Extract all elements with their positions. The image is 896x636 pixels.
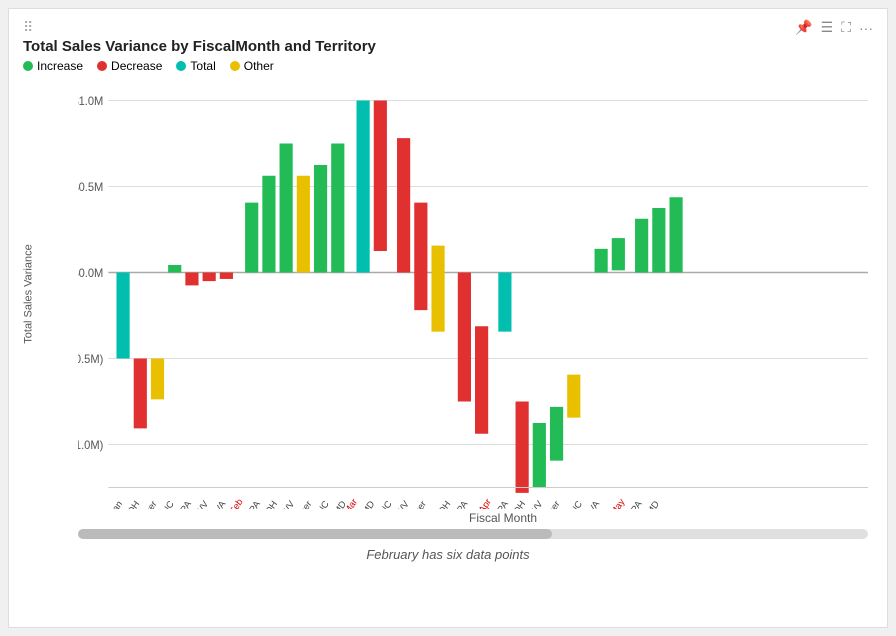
bar-feb-pa	[245, 203, 258, 273]
svg-text:WV: WV	[394, 498, 412, 509]
bar-jan-va	[220, 273, 233, 279]
legend-dot-other	[230, 61, 240, 71]
svg-text:($1.0M): ($1.0M)	[78, 440, 103, 452]
scrollbar-thumb[interactable]	[78, 529, 552, 539]
svg-text:$0.0M: $0.0M	[78, 268, 103, 280]
legend-label-total: Total	[190, 59, 215, 73]
svg-text:PA: PA	[628, 498, 644, 509]
svg-text:Other: Other	[292, 498, 314, 509]
legend-dot-increase	[23, 61, 33, 71]
svg-text:WV: WV	[279, 498, 297, 509]
bar-other-post-mar	[431, 246, 444, 332]
bar-pa-dec	[475, 326, 488, 434]
pin-icon[interactable]: 📌	[795, 19, 812, 36]
annotation-text: February has six data points	[23, 547, 873, 562]
svg-text:WV: WV	[193, 498, 211, 509]
svg-text:PA: PA	[495, 498, 511, 509]
bar-jan-total	[116, 273, 129, 359]
bar-mar-md	[374, 101, 387, 252]
bar-feb-other	[297, 176, 310, 273]
bar-jan-nc	[168, 265, 181, 273]
legend-dot-total	[176, 61, 186, 71]
scrollbar-area[interactable]	[78, 529, 868, 539]
svg-text:WV: WV	[527, 498, 545, 509]
legend-item-decrease: Decrease	[97, 59, 162, 73]
card-header: ⠿ 📌 ☰ ⛶ ···	[23, 19, 873, 36]
bar-jan-pa	[185, 273, 198, 286]
legend-item-total: Total	[176, 59, 215, 73]
bar-apr-pa	[516, 402, 529, 493]
svg-text:OH: OH	[511, 498, 528, 509]
legend-label-other: Other	[244, 59, 274, 73]
bar-wv-inc	[550, 407, 563, 461]
svg-text:May: May	[608, 496, 627, 509]
svg-text:NC: NC	[160, 498, 176, 509]
svg-text:Jan: Jan	[107, 498, 124, 509]
bar-jan-other	[151, 359, 164, 400]
bar-may-inc	[635, 219, 648, 273]
chart-svg: $1.0M $0.5M $0.0M ($0.5M) ($1.0M)	[78, 79, 868, 509]
bar-wv-post-mar	[414, 203, 427, 311]
svg-text:OH: OH	[125, 498, 142, 509]
svg-text:PA: PA	[454, 498, 470, 509]
filter-icon[interactable]: ☰	[821, 19, 834, 36]
bar-md-inc-may	[669, 197, 682, 272]
bar-nc-inc	[595, 249, 608, 273]
legend: Increase Decrease Total Other	[23, 59, 873, 73]
chart-area: Total Sales Variance $1.0M $0.5M $0.0M (…	[23, 79, 873, 509]
bar-va-inc	[612, 238, 625, 270]
svg-text:Feb: Feb	[227, 496, 245, 509]
svg-text:$0.5M: $0.5M	[78, 182, 103, 194]
bar-feb-nc	[314, 165, 327, 273]
bar-feb-wv	[280, 144, 293, 273]
svg-text:Other: Other	[406, 498, 428, 509]
svg-text:OH: OH	[436, 498, 453, 509]
svg-text:NC: NC	[377, 498, 393, 509]
svg-text:MD: MD	[359, 498, 376, 509]
bar-jan-oh	[134, 359, 147, 429]
svg-text:VA: VA	[586, 498, 602, 509]
chart-card: ⠿ 📌 ☰ ⛶ ··· Total Sales Variance by Fisc…	[8, 8, 888, 628]
svg-text:Apr: Apr	[476, 496, 493, 509]
legend-dot-decrease	[97, 61, 107, 71]
bar-oh-big-dec	[458, 273, 471, 402]
legend-label-increase: Increase	[37, 59, 83, 73]
svg-text:Other: Other	[137, 498, 159, 509]
svg-text:VA: VA	[212, 498, 228, 509]
legend-item-other: Other	[230, 59, 274, 73]
bar-pa-inc-may	[652, 208, 665, 273]
drag-handle: ⠿	[23, 19, 35, 36]
bar-nc-post-mar	[397, 138, 410, 272]
bar-feb-md	[331, 144, 344, 273]
svg-text:PA: PA	[247, 498, 263, 509]
expand-icon[interactable]: ⛶	[841, 19, 851, 36]
bar-oh-small-inc	[533, 423, 546, 488]
bar-other-small	[567, 375, 580, 418]
x-axis-label: Fiscal Month	[78, 511, 896, 525]
svg-text:PA: PA	[178, 498, 194, 509]
more-icon[interactable]: ···	[859, 20, 873, 36]
bar-jan-wv	[203, 273, 216, 282]
legend-item-increase: Increase	[23, 59, 83, 73]
svg-text:Other: Other	[540, 498, 562, 509]
chart-title: Total Sales Variance by FiscalMonth and …	[23, 38, 873, 55]
chart-inner: $1.0M $0.5M $0.0M ($0.5M) ($1.0M)	[78, 79, 868, 509]
svg-text:OH: OH	[263, 498, 280, 509]
card-icons: 📌 ☰ ⛶ ···	[795, 19, 873, 36]
bar-apr-total	[498, 273, 511, 332]
svg-text:MD: MD	[644, 498, 661, 509]
svg-text:($0.5M): ($0.5M)	[78, 354, 103, 366]
bar-mar-total	[357, 101, 370, 273]
bar-feb-oh	[262, 176, 275, 273]
svg-text:NC: NC	[314, 498, 330, 509]
svg-text:$1.0M: $1.0M	[78, 96, 103, 108]
svg-text:NC: NC	[568, 498, 584, 509]
y-axis-label: Total Sales Variance	[23, 244, 35, 343]
legend-label-decrease: Decrease	[111, 59, 162, 73]
